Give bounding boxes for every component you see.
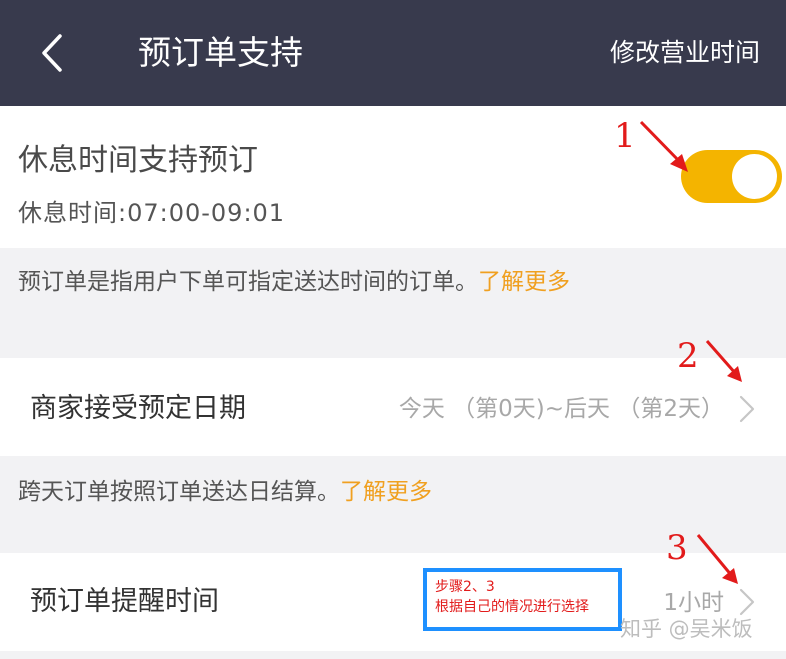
learn-more-link-2[interactable]: 了解更多 bbox=[340, 479, 432, 505]
accept-dates-label: 商家接受预定日期 bbox=[30, 393, 246, 424]
back-button[interactable] bbox=[30, 28, 80, 78]
preorder-note-text: 预订单是指用户下单可指定送达时间的订单。 bbox=[18, 269, 478, 295]
learn-more-link-1[interactable]: 了解更多 bbox=[478, 269, 570, 295]
step-annotation-line-1: 步骤2、3 bbox=[435, 579, 495, 595]
annotation-number-3: 3 bbox=[666, 528, 688, 568]
toggle-knob bbox=[732, 154, 777, 199]
chevron-right-icon bbox=[738, 394, 756, 424]
accept-dates-row[interactable]: 商家接受预定日期 今天 （第0天)~后天 （第2天） bbox=[0, 358, 786, 456]
rest-support-title: 休息时间支持预订 bbox=[18, 143, 258, 178]
reminder-time-label: 预订单提醒时间 bbox=[30, 586, 219, 617]
watermark: 知乎 @吴米饭 bbox=[620, 617, 753, 641]
annotation-arrow-1-icon bbox=[639, 120, 688, 172]
step-annotation-box: 步骤2、3 根据自己的情况进行选择 bbox=[423, 568, 622, 631]
settlement-note-text: 跨天订单按照订单送达日结算。 bbox=[18, 479, 340, 505]
top-bar: 预订单支持 修改营业时间 bbox=[0, 0, 786, 106]
annotation-arrow-2-icon bbox=[705, 340, 742, 382]
annotation-number-1: 1 bbox=[614, 116, 636, 156]
annotation-number-2: 2 bbox=[677, 336, 699, 376]
rest-support-toggle[interactable] bbox=[681, 150, 782, 203]
page-title: 预订单支持 bbox=[138, 33, 303, 72]
annotation-arrow-3-icon bbox=[696, 534, 738, 584]
settlement-note: 跨天订单按照订单送达日结算。了解更多 bbox=[18, 476, 432, 508]
chevron-right-icon bbox=[738, 587, 756, 617]
preorder-note: 预订单是指用户下单可指定送达时间的订单。了解更多 bbox=[18, 266, 570, 298]
accept-dates-value: 今天 （第0天)~后天 （第2天） bbox=[398, 396, 724, 422]
edit-business-hours-button[interactable]: 修改营业时间 bbox=[610, 36, 760, 70]
step-annotation-line-2: 根据自己的情况进行选择 bbox=[435, 599, 589, 615]
chevron-left-icon bbox=[42, 34, 62, 72]
rest-time-text: 休息时间:07:00-09:01 bbox=[18, 199, 286, 227]
